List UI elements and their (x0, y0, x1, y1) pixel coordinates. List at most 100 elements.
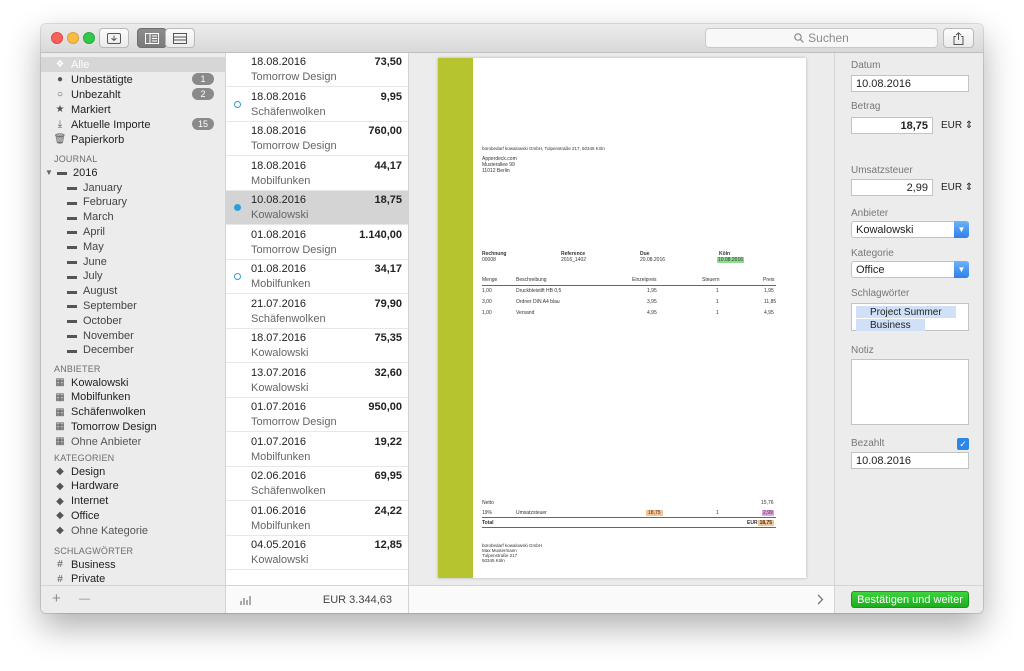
remove-button[interactable]: — (79, 593, 90, 605)
sidebar-item-unbezahlt[interactable]: ○ Unbezahlt 2 (41, 87, 225, 102)
sidebar-item-month[interactable]: ▬ September (41, 298, 225, 313)
transaction-amount: 18,75 (374, 194, 402, 206)
tax-rate: 19% (482, 510, 493, 516)
sidebar-item-month[interactable]: ▬ July (41, 269, 225, 284)
transaction-row[interactable]: 01.07.2016 Mobilfunken 19,22 (226, 433, 408, 467)
category-select[interactable]: Office ▼ (851, 261, 969, 278)
sidebar-item-tag[interactable]: # Private (41, 572, 225, 585)
add-button[interactable]: + (52, 590, 61, 607)
vendor-select[interactable]: Kowalowski ▼ (851, 221, 969, 238)
table-header: Einzelpreis (632, 277, 657, 283)
sidebar-item-vendor[interactable]: ▦ Schäfenwolken (41, 405, 225, 420)
date-field[interactable]: 10.08.2016 (851, 75, 969, 92)
sidebar-item-label: Business (71, 558, 116, 571)
sender-line: bürobedarf kowalowski GmbH, Tulpenstraße… (482, 146, 605, 151)
transaction-row[interactable]: 18.08.2016 Tomorrow Design 73,50 (226, 53, 408, 87)
sidebar-item-month[interactable]: ▬ January (41, 180, 225, 195)
updown-icon: ⇕ (962, 120, 974, 131)
tax-currency-select[interactable]: EUR ⇕ (941, 182, 973, 193)
transaction-row[interactable]: 18.07.2016 Kowalowski 75,35 (226, 329, 408, 363)
paid-checkbox[interactable]: ✓ (957, 438, 969, 450)
transaction-row[interactable]: 02.06.2016 Schäfenwolken 69,95 (226, 467, 408, 501)
transaction-amount: 79,90 (374, 297, 402, 310)
tags-field[interactable]: Project Summer Business (851, 303, 969, 331)
amount-field[interactable]: 18,75 (851, 117, 933, 134)
split-view-button[interactable] (137, 28, 167, 48)
statistics-icon[interactable] (240, 595, 252, 605)
sidebar-item-vendor[interactable]: ▦ Ohne Anbieter (41, 434, 225, 449)
tag-token[interactable]: Project Summer (856, 306, 956, 318)
transaction-row[interactable]: 01.06.2016 Mobilfunken 24,22 (226, 502, 408, 536)
tax-field[interactable]: 2,99 (851, 179, 933, 196)
sidebar-item-month[interactable]: ▬ May (41, 239, 225, 254)
sidebar-item-category[interactable]: ◆ Internet (41, 494, 225, 509)
sidebar-item-vendor[interactable]: ▦ Mobilfunken (41, 390, 225, 405)
chevron-right-icon[interactable] (817, 594, 824, 605)
building-icon: ▦ (55, 421, 65, 433)
sidebar-item-label: Aktuelle Importe (71, 118, 151, 131)
transaction-vendor: Kowalowski (251, 347, 309, 359)
sidebar-item-alle[interactable]: ❖ Alle (41, 57, 225, 72)
transaction-row[interactable]: 01.08.2016 Tomorrow Design 1.140,00 (226, 226, 408, 260)
hash-icon: # (57, 559, 63, 570)
transaction-row[interactable]: 01.08.2016 Mobilfunken 34,17 (226, 260, 408, 294)
sidebar-item-aktuelle-importe[interactable]: ⤓ Aktuelle Importe 15 (41, 117, 225, 132)
unpaid-dot-icon (234, 100, 241, 108)
sidebar-item-year[interactable]: ▼ ▬ 2016 (41, 165, 225, 180)
amount-currency-select[interactable]: EUR ⇕ (941, 120, 973, 131)
meta-value: 00008 (482, 257, 496, 263)
sidebar-item-category[interactable]: ◆ Office (41, 508, 225, 523)
import-button[interactable] (99, 28, 129, 48)
list-view-button[interactable] (165, 28, 195, 48)
zoom-window-button[interactable] (83, 32, 95, 44)
close-window-button[interactable] (51, 32, 63, 44)
sidebar-item-vendor[interactable]: ▦ Kowalowski (41, 375, 225, 390)
sidebar-item-month[interactable]: ▬ December (41, 343, 225, 358)
sidebar-item-month[interactable]: ▬ April (41, 224, 225, 239)
transaction-date: 04.05.2016 (251, 539, 307, 551)
transaction-row[interactable]: 18.08.2016 Schäfenwolken 9,95 (226, 88, 408, 122)
category-value: Office (856, 263, 885, 276)
sidebar-item-category[interactable]: ◆ Hardware (41, 479, 225, 494)
sidebar-item-month[interactable]: ▬ August (41, 284, 225, 299)
transaction-row[interactable]: 13.07.2016 Kowalowski 32,60 (226, 364, 408, 398)
transaction-amount: 44,17 (374, 159, 402, 172)
confirm-and-next-button[interactable]: Bestätigen und weiter (851, 591, 969, 608)
sidebar-item-month[interactable]: ▬ October (41, 313, 225, 328)
tag-token[interactable]: Business (856, 319, 925, 331)
sidebar-item-category[interactable]: ◆ Design (41, 464, 225, 479)
sidebar-item-month[interactable]: ▬ March (41, 210, 225, 225)
transaction-row[interactable]: 21.07.2016 Schäfenwolken 79,90 (226, 295, 408, 329)
sidebar-item-label: Ohne Anbieter (71, 435, 142, 448)
folder-icon: ▬ (67, 344, 77, 356)
minimize-window-button[interactable] (67, 32, 79, 44)
sidebar-item-papierkorb[interactable]: 🗑 Papierkorb (41, 132, 225, 147)
transaction-row[interactable]: 01.07.2016 Tomorrow Design 950,00 (226, 398, 408, 432)
paid-date-field[interactable]: 10.08.2016 (851, 452, 969, 469)
folder-icon: ▬ (67, 315, 77, 327)
transaction-amount: 34,17 (374, 263, 402, 275)
sidebar-item-label: Ohne Kategorie (71, 524, 149, 537)
search-field[interactable]: Suchen (705, 28, 938, 48)
sidebar-item-unbestaetigte[interactable]: ● Unbestätigte 1 (41, 72, 225, 87)
sidebar-item-month[interactable]: ▬ June (41, 254, 225, 269)
sidebar-item-month[interactable]: ▬ February (41, 195, 225, 210)
tax-num: 1 (716, 510, 719, 516)
share-button[interactable] (943, 28, 974, 48)
disclosure-triangle-icon[interactable]: ▼ (45, 168, 55, 177)
sidebar-item-month[interactable]: ▬ November (41, 328, 225, 343)
transaction-row[interactable]: 10.08.2016 Kowalowski 18,75 (226, 191, 408, 225)
invoice-cell: 3,95 (647, 299, 657, 305)
transaction-row[interactable]: 18.08.2016 Tomorrow Design 760,00 (226, 122, 408, 156)
note-textarea[interactable] (851, 359, 969, 425)
sidebar-item-label: April (83, 225, 106, 238)
sidebar-item-tag[interactable]: # Business (41, 557, 225, 572)
sidebar-item-label: March (83, 211, 114, 224)
checkmark-icon: ✓ (959, 438, 967, 449)
count-badge: 1 (192, 73, 214, 85)
sidebar-item-vendor[interactable]: ▦ Tomorrow Design (41, 419, 225, 434)
sidebar-item-markiert[interactable]: ★ Markiert (41, 102, 225, 117)
transaction-row[interactable]: 04.05.2016 Kowalowski 12,85 (226, 536, 408, 570)
sidebar-item-category[interactable]: ◆ Ohne Kategorie (41, 523, 225, 538)
transaction-row[interactable]: 18.08.2016 Mobilfunken 44,17 (226, 157, 408, 191)
